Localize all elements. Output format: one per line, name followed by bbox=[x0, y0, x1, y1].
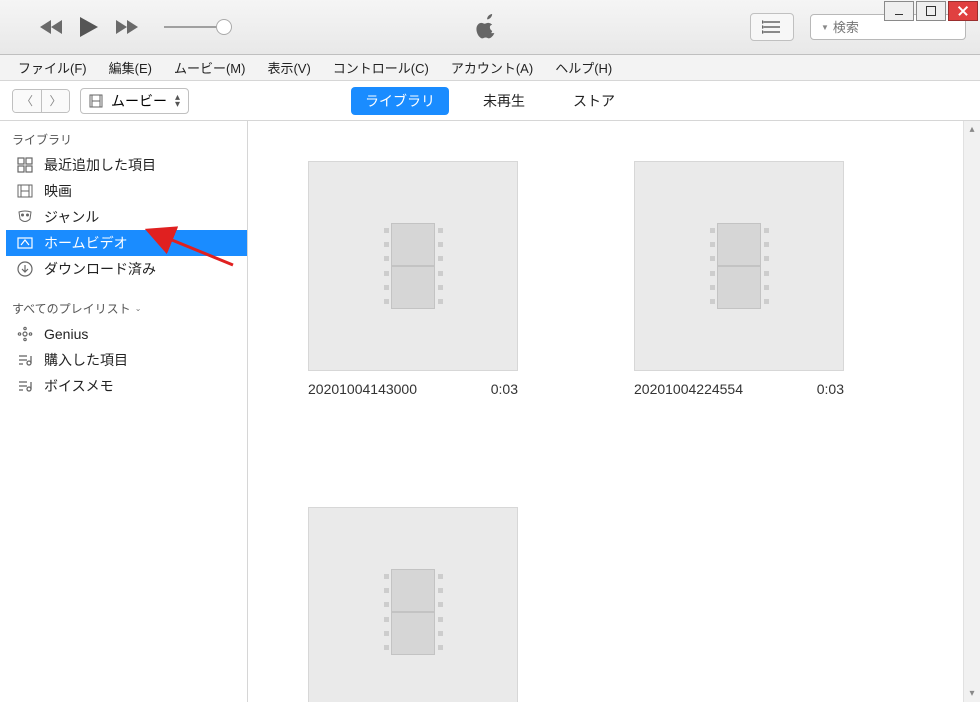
sidebar-item-label: ダウンロード済み bbox=[44, 259, 156, 279]
scroll-down-icon[interactable]: ▾ bbox=[964, 685, 980, 702]
prev-button[interactable] bbox=[40, 19, 64, 35]
mask-icon bbox=[16, 208, 34, 226]
nav-forward[interactable]: 〉 bbox=[41, 90, 69, 112]
film-icon bbox=[16, 182, 34, 200]
apple-logo bbox=[224, 14, 750, 40]
main-area: 20201004143000 0:03 20201004224554 0:03 bbox=[248, 121, 980, 702]
sidebar: ライブラリ 最近追加した項目 映画 ジャンル ホームビデオ ダウンロード済み す… bbox=[0, 121, 248, 702]
menu-help[interactable]: ヘルプ(H) bbox=[545, 55, 622, 80]
volume-slider[interactable] bbox=[164, 26, 224, 28]
sidebar-item-label: 購入した項目 bbox=[44, 350, 128, 370]
menu-file[interactable]: ファイル(F) bbox=[8, 55, 97, 80]
chevron-down-icon: ⌄ bbox=[135, 304, 142, 313]
search-input[interactable] bbox=[833, 20, 980, 35]
sidebar-item-genius[interactable]: Genius bbox=[6, 321, 247, 347]
filmstrip-icon bbox=[381, 223, 445, 309]
updown-icon: ▴▾ bbox=[175, 94, 180, 108]
nav-bar: 〈 〉 ムービー ▴▾ ライブラリ 未再生 ストア bbox=[0, 81, 980, 121]
play-button[interactable] bbox=[78, 15, 100, 39]
menu-edit[interactable]: 編集(E) bbox=[99, 55, 162, 80]
sidebar-item-genres[interactable]: ジャンル bbox=[6, 204, 247, 230]
media-type-selector[interactable]: ムービー ▴▾ bbox=[80, 88, 189, 114]
genius-icon bbox=[16, 325, 34, 343]
sidebar-item-label: ジャンル bbox=[44, 207, 99, 227]
content-area: ライブラリ 最近追加した項目 映画 ジャンル ホームビデオ ダウンロード済み す… bbox=[0, 121, 980, 702]
menu-control[interactable]: コントロール(C) bbox=[323, 55, 439, 80]
sidebar-heading-library: ライブラリ bbox=[6, 127, 247, 152]
sidebar-item-recent[interactable]: 最近追加した項目 bbox=[6, 152, 247, 178]
video-duration: 0:03 bbox=[491, 381, 518, 397]
list-view-button[interactable] bbox=[750, 13, 794, 41]
sidebar-item-purchased[interactable]: 購入した項目 bbox=[6, 347, 247, 373]
sidebar-item-label: 最近追加した項目 bbox=[44, 155, 156, 175]
menu-account[interactable]: アカウント(A) bbox=[441, 55, 543, 80]
menu-movie[interactable]: ムービー(M) bbox=[164, 55, 256, 80]
tab-unplayed[interactable]: 未再生 bbox=[469, 87, 539, 115]
sidebar-item-label: Genius bbox=[44, 326, 88, 342]
sidebar-item-voicememos[interactable]: ボイスメモ bbox=[6, 373, 247, 399]
playlist-icon bbox=[16, 377, 34, 395]
vertical-scrollbar[interactable]: ▴ ▾ bbox=[963, 121, 980, 702]
view-tabs: ライブラリ 未再生 ストア bbox=[351, 87, 629, 115]
home-video-icon bbox=[16, 234, 34, 252]
video-grid: 20201004143000 0:03 20201004224554 0:03 bbox=[248, 121, 980, 702]
film-icon bbox=[89, 94, 103, 108]
sidebar-item-downloaded[interactable]: ダウンロード済み bbox=[6, 256, 247, 282]
filmstrip-icon bbox=[381, 569, 445, 655]
nav-back[interactable]: 〈 bbox=[13, 90, 41, 112]
video-name: 20201004143000 bbox=[308, 381, 417, 397]
sidebar-heading-label: すべてのプレイリスト bbox=[12, 300, 131, 317]
playlist-icon bbox=[16, 351, 34, 369]
video-item[interactable]: 20201004143000 0:03 bbox=[308, 161, 518, 397]
video-thumbnail bbox=[634, 161, 844, 371]
video-item[interactable]: 20201126150510 0:50 bbox=[308, 507, 518, 702]
video-duration: 0:03 bbox=[817, 381, 844, 397]
sidebar-item-movies[interactable]: 映画 bbox=[6, 178, 247, 204]
video-thumbnail bbox=[308, 161, 518, 371]
scroll-up-icon[interactable]: ▴ bbox=[964, 121, 980, 138]
video-thumbnail bbox=[308, 507, 518, 702]
menu-bar: ファイル(F) 編集(E) ムービー(M) 表示(V) コントロール(C) アカ… bbox=[0, 55, 980, 81]
sidebar-item-home-video[interactable]: ホームビデオ bbox=[6, 230, 247, 256]
video-item[interactable]: 20201004224554 0:03 bbox=[634, 161, 844, 397]
video-name: 20201004224554 bbox=[634, 381, 743, 397]
player-toolbar: ▼ bbox=[0, 0, 980, 55]
nav-arrows: 〈 〉 bbox=[12, 89, 70, 113]
search-chevron-icon: ▼ bbox=[821, 23, 829, 32]
sidebar-item-label: ホームビデオ bbox=[44, 233, 128, 253]
maximize-button[interactable] bbox=[916, 1, 946, 21]
tab-store[interactable]: ストア bbox=[559, 87, 629, 115]
grid-icon bbox=[16, 156, 34, 174]
next-button[interactable] bbox=[114, 19, 138, 35]
sidebar-heading-playlists[interactable]: すべてのプレイリスト ⌄ bbox=[6, 296, 247, 321]
download-icon bbox=[16, 260, 34, 278]
playback-controls bbox=[40, 15, 138, 39]
window-controls bbox=[884, 1, 978, 21]
minimize-button[interactable] bbox=[884, 1, 914, 21]
menu-view[interactable]: 表示(V) bbox=[257, 55, 320, 80]
sidebar-item-label: ボイスメモ bbox=[44, 376, 114, 396]
filmstrip-icon bbox=[707, 223, 771, 309]
tab-library[interactable]: ライブラリ bbox=[351, 87, 449, 115]
close-button[interactable] bbox=[948, 1, 978, 21]
media-type-label: ムービー bbox=[111, 91, 167, 111]
sidebar-item-label: 映画 bbox=[44, 181, 72, 201]
